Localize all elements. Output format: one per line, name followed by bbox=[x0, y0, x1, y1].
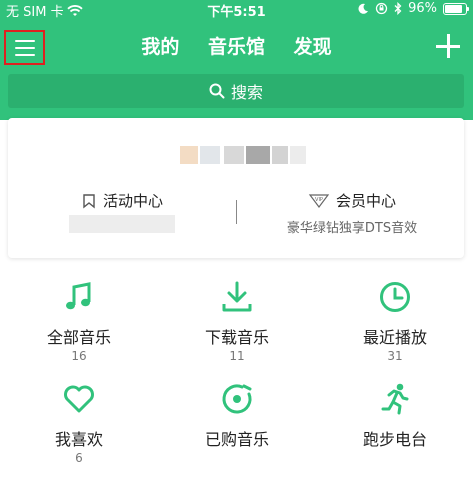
battery-fill bbox=[445, 4, 462, 13]
flag-icon bbox=[83, 193, 95, 208]
search-placeholder: 搜索 bbox=[230, 83, 263, 102]
clock-icon bbox=[380, 282, 410, 312]
member-subtitle: 豪华绿钻独享DTS音效 bbox=[286, 221, 418, 236]
recent-play-item[interactable]: 最近播放 31 bbox=[316, 280, 473, 363]
tab-mine[interactable]: 我的 bbox=[141, 32, 179, 59]
rotation-lock-icon bbox=[375, 2, 388, 15]
status-bar: 无 SIM 卡 下午5:51 96% bbox=[0, 0, 473, 20]
all-music-item[interactable]: 全部音乐 16 bbox=[0, 280, 158, 363]
all-music-label: 全部音乐 bbox=[46, 328, 111, 347]
downloaded-music-label: 下载音乐 bbox=[204, 328, 269, 347]
vip-badge-text: VIP bbox=[315, 197, 323, 203]
all-music-count: 16 bbox=[71, 349, 87, 363]
profile-card: 活动中心 VIP 会员中心 豪华绿钻独享DTS音效 bbox=[8, 118, 464, 258]
purchased-disc-icon bbox=[222, 384, 252, 414]
downloaded-music-item[interactable]: 下载音乐 11 bbox=[158, 280, 316, 363]
tab-music-hall[interactable]: 音乐馆 bbox=[208, 32, 265, 59]
download-icon bbox=[222, 281, 252, 312]
purchased-music-label: 已购音乐 bbox=[204, 430, 269, 449]
nav-tabs: 我的 音乐馆 发现 bbox=[0, 32, 473, 59]
nav-bar: 我的 音乐馆 发现 bbox=[0, 28, 473, 66]
running-icon bbox=[381, 383, 409, 415]
activity-center-label: 活动中心 bbox=[102, 192, 163, 210]
recent-play-count: 31 bbox=[387, 349, 403, 363]
downloaded-music-count: 11 bbox=[229, 349, 245, 363]
music-note-icon bbox=[66, 282, 91, 310]
search-bar[interactable]: 搜索 bbox=[8, 74, 464, 108]
bluetooth-icon bbox=[394, 2, 402, 15]
running-radio-item[interactable]: 跑步电台 bbox=[316, 382, 473, 450]
activity-center[interactable]: 活动中心 bbox=[22, 190, 222, 233]
heart-icon bbox=[64, 385, 94, 413]
member-center[interactable]: VIP 会员中心 豪华绿钻独享DTS音效 bbox=[252, 190, 452, 236]
tab-discover[interactable]: 发现 bbox=[294, 32, 332, 59]
vip-badge-icon: VIP bbox=[308, 193, 330, 208]
moon-icon bbox=[358, 3, 369, 14]
add-button[interactable] bbox=[436, 34, 460, 58]
member-center-label: 会员中心 bbox=[335, 192, 396, 210]
card-divider bbox=[236, 200, 237, 224]
recent-play-label: 最近播放 bbox=[362, 328, 427, 347]
purchased-music-item[interactable]: 已购音乐 bbox=[158, 382, 316, 450]
profile-redacted[interactable] bbox=[180, 142, 308, 172]
running-radio-label: 跑步电台 bbox=[362, 430, 427, 449]
battery-percent: 96% bbox=[408, 1, 437, 16]
favorites-label: 我喜欢 bbox=[54, 430, 103, 449]
search-icon bbox=[209, 83, 225, 99]
favorites-item[interactable]: 我喜欢 6 bbox=[0, 382, 158, 465]
activity-redacted bbox=[69, 215, 175, 233]
battery-icon bbox=[443, 2, 469, 15]
favorites-count: 6 bbox=[75, 451, 83, 465]
